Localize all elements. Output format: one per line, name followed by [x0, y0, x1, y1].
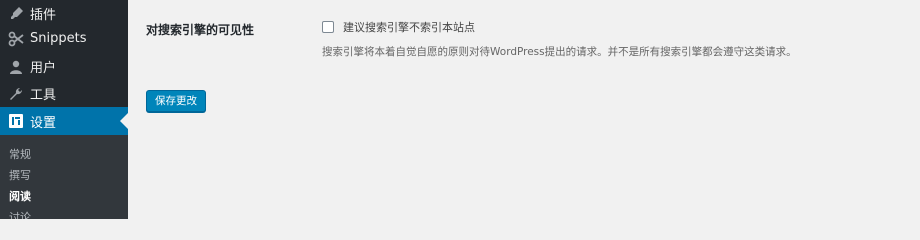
menu-item-snippets[interactable]: Snippets — [0, 25, 128, 52]
visibility-description: 搜索引擎将本着自觉自愿的原则对待WordPress提出的请求。并不是所有搜索引擎… — [322, 46, 797, 58]
save-changes-button[interactable]: 保存更改 — [146, 90, 206, 112]
checkbox-label[interactable]: 建议搜索引擎不索引本站点 — [343, 19, 475, 35]
submenu-item-writing[interactable]: 撰写 — [9, 167, 31, 183]
wrench-icon — [6, 84, 26, 104]
menu-item-plugins[interactable]: 插件 — [0, 0, 128, 27]
menu-item-label: 插件 — [30, 8, 57, 23]
submenu-item-reading[interactable]: 阅读 — [9, 188, 31, 204]
user-icon — [6, 57, 26, 77]
admin-sidebar: 插件 Snippets 用户 工具 设置 常规 撰写 阅读 讨论 — [0, 0, 128, 219]
menu-item-settings[interactable]: 设置 — [0, 107, 128, 135]
snippets-icon — [6, 29, 26, 49]
submenu-item-discussion[interactable]: 讨论 — [9, 209, 31, 219]
plugin-icon — [6, 4, 26, 24]
active-indicator-arrow — [120, 113, 128, 129]
settings-icon — [6, 111, 26, 131]
menu-item-label: 设置 — [30, 115, 57, 131]
discourage-search-engines-option[interactable]: 建议搜索引擎不索引本站点 — [322, 19, 475, 35]
menu-item-label: 工具 — [30, 88, 57, 103]
menu-item-label: 用户 — [30, 61, 57, 76]
settings-submenu: 常规 撰写 阅读 讨论 — [0, 135, 128, 219]
submenu-item-general[interactable]: 常规 — [9, 146, 31, 162]
menu-item-tools[interactable]: 工具 — [0, 80, 128, 107]
discourage-search-engines-checkbox[interactable] — [322, 21, 334, 33]
menu-item-users[interactable]: 用户 — [0, 53, 128, 80]
main-content: 对搜索引擎的可见性 建议搜索引擎不索引本站点 搜索引擎将本着自觉自愿的原则对待W… — [128, 0, 920, 219]
search-engine-visibility-label: 对搜索引擎的可见性 — [146, 23, 255, 37]
menu-item-label: Snippets — [30, 31, 87, 46]
